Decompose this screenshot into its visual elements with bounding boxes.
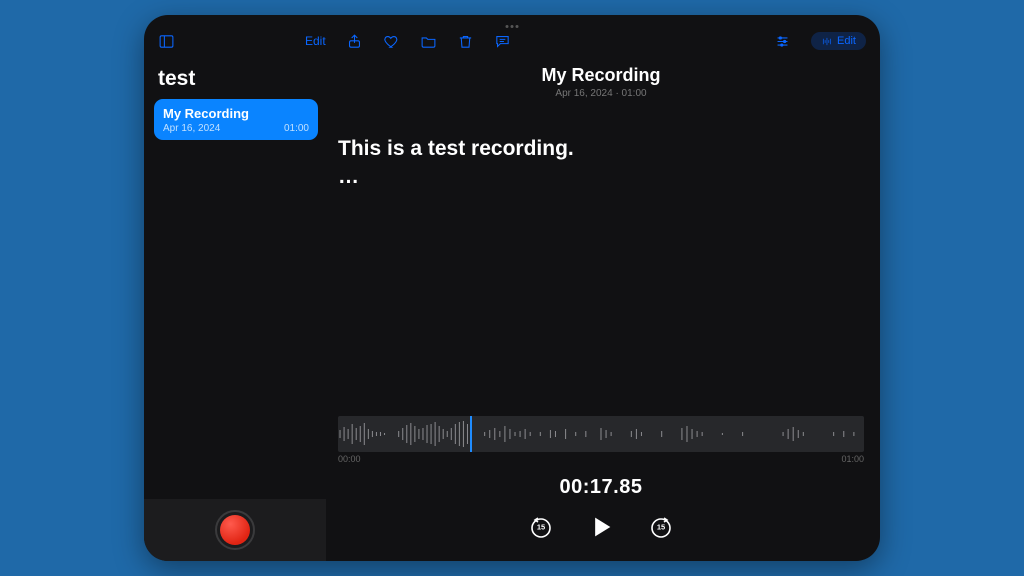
waveform-section: 00:00 01:00 00:17.85 15 15 [338,416,864,549]
recording-duration: 01:00 [284,123,309,134]
edit-list-button[interactable]: Edit [305,34,326,48]
recording-name: My Recording [163,106,309,121]
play-button[interactable] [587,513,615,541]
transcript-text: This is a test recording. … [338,135,864,192]
time-start-label: 00:00 [338,454,361,464]
transcript-line: … [338,163,864,191]
detail-title: My Recording [338,65,864,86]
record-button[interactable] [215,510,255,550]
favorite-button[interactable] [383,33,400,50]
sidebar-toggle-button[interactable] [158,33,175,50]
play-icon [587,513,615,541]
options-button[interactable] [774,33,791,50]
playhead-indicator[interactable] [470,416,472,452]
multitask-indicator-icon[interactable] [506,25,519,28]
skip-seconds-label: 15 [657,523,665,532]
detail-subtitle: Apr 16, 2024 · 01:00 [338,88,864,99]
edit-recording-label: Edit [837,35,856,47]
app-window: Edit Edit test My Recording A [144,15,880,561]
transcript-line: This is a test recording. [338,135,864,163]
transcript-button[interactable] [494,33,511,50]
time-end-label: 01:00 [841,454,864,464]
waveform-scrubber[interactable] [338,416,864,452]
folder-button[interactable] [420,33,437,50]
delete-button[interactable] [457,33,474,50]
detail-panel: My Recording Apr 16, 2024 · 01:00 This i… [326,61,880,561]
time-ruler: 00:00 01:00 [338,454,864,464]
playback-controls: 15 15 [338,513,864,541]
skip-forward-button[interactable]: 15 [649,515,673,539]
record-icon [220,515,250,545]
content-area: test My Recording Apr 16, 2024 01:00 My … [144,61,880,561]
sidebar-title: test [154,61,318,99]
edit-recording-button[interactable]: Edit [811,32,866,50]
skip-back-button[interactable]: 15 [529,515,553,539]
share-button[interactable] [346,33,363,50]
recording-list-item[interactable]: My Recording Apr 16, 2024 01:00 [154,99,318,140]
sidebar: test My Recording Apr 16, 2024 01:00 [144,61,326,561]
skip-seconds-label: 15 [537,523,545,532]
waveform-icon [338,416,864,452]
record-dock [144,499,326,561]
current-time: 00:17.85 [338,476,864,499]
